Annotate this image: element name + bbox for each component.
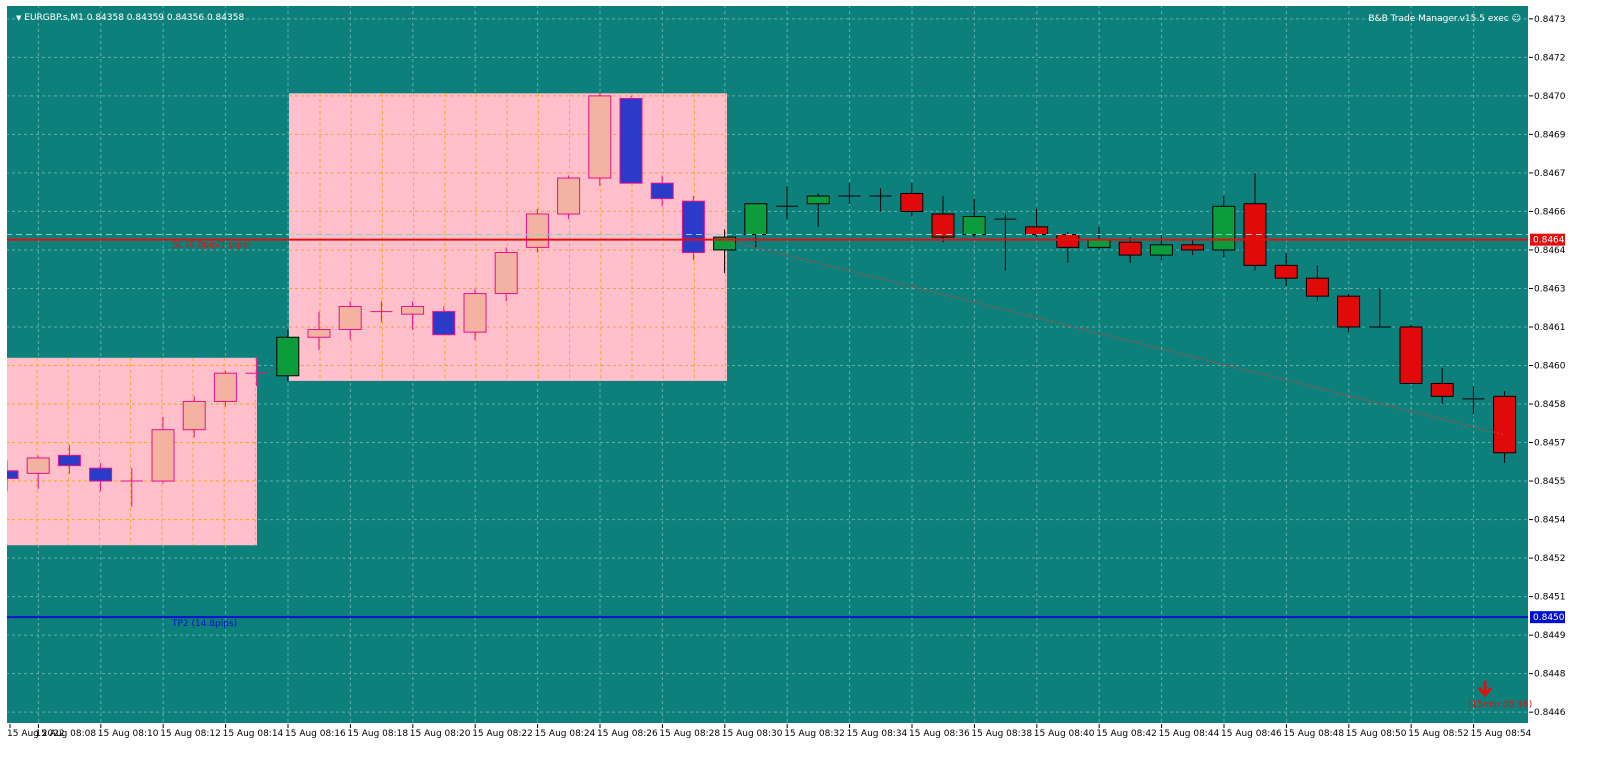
time-tick-label: 15 Aug 08:54 — [1471, 729, 1532, 739]
price-tick-label: 0.84645 — [1534, 246, 1565, 256]
candle-body — [1337, 295, 1361, 328]
time-tick-label: 15 Aug 08:40 — [1034, 729, 1095, 739]
price-tick-label: 0.84465 — [1534, 708, 1565, 718]
sl-price-tag-label: 0.84649 — [1533, 236, 1565, 246]
price-tick-label: 0.84600 — [1534, 362, 1565, 372]
candle-body — [432, 311, 456, 336]
time-tick-label: 15 Aug 08:16 — [285, 729, 346, 739]
time-tick-label: 15 Aug 08:20 — [410, 729, 471, 739]
candle-body — [463, 293, 487, 333]
candle-body — [1025, 226, 1049, 236]
candle-body — [619, 97, 643, 184]
candle-body — [1493, 395, 1517, 454]
time-tick-label: 15 Aug 08:32 — [784, 729, 845, 739]
candle-body — [1087, 239, 1111, 248]
price-tick-label: 0.84555 — [1534, 477, 1565, 487]
time-tick-label: 15 Aug 08:30 — [722, 729, 783, 739]
candle-body — [57, 454, 81, 467]
time-tick-label: 15 Aug 08:44 — [1159, 729, 1220, 739]
price-tick-label: 0.84585 — [1534, 400, 1565, 410]
candle-body — [182, 400, 206, 431]
candle-body — [151, 429, 175, 482]
pattern-zone — [289, 93, 727, 381]
candle-body — [525, 213, 549, 248]
price-chart[interactable]: SL (0.0pip/1 pips) TP2 (14.8pips) 0.84735 0… — [6, 5, 1565, 740]
time-tick-label: 15 Aug 08:08 — [35, 729, 96, 739]
candle-body — [1430, 382, 1454, 397]
tp-label: TP2 (14.8pips) — [171, 619, 237, 629]
time-tick-label: 15 Aug 08:48 — [1283, 729, 1344, 739]
indicator-header: B&B Trade Manager.v15.5 exec ☺ — [1368, 14, 1521, 24]
price-tick-label: 0.84480 — [1534, 670, 1565, 680]
price-tick-label: 0.84525 — [1534, 554, 1565, 564]
chart-area[interactable]: SL (0.0pip/1 pips) TP2 (14.8pips) 0.84735 0… — [6, 5, 1565, 740]
candle-body — [588, 95, 612, 179]
candle-body — [931, 213, 955, 238]
tp-price-tag-label: 0.84502 — [1533, 613, 1565, 623]
time-tick-label: 15 Aug 08:26 — [597, 729, 658, 739]
smiley-icon: ☺ — [1511, 14, 1521, 24]
time-tick-label: 15 Aug 08:18 — [347, 729, 408, 739]
time-tick-label: 15 Aug 08:34 — [847, 729, 908, 739]
time-tick-label: 15 Aug 08:14 — [223, 729, 284, 739]
time-tick-label: 15 Aug 08:10 — [98, 729, 159, 739]
candle-body — [1118, 241, 1142, 256]
candle-body — [401, 305, 425, 315]
candle-body — [1212, 205, 1236, 251]
price-axis-panel — [1529, 5, 1565, 740]
candle-body — [276, 336, 300, 377]
candle-body — [1305, 277, 1329, 297]
candle-body — [744, 203, 768, 236]
candle-body — [213, 372, 237, 402]
price-tick-label: 0.84510 — [1534, 593, 1565, 603]
indicator-name: B&B Trade Manager.v15.5 exec — [1368, 14, 1509, 24]
price-tick-label: 0.84690 — [1534, 130, 1565, 140]
price-tick-label: 0.84675 — [1534, 169, 1565, 179]
candle-body — [962, 216, 986, 236]
price-tick-label: 0.84615 — [1534, 323, 1565, 333]
time-tick-label: 15 Aug 08:50 — [1346, 729, 1407, 739]
signal-label: (15min 08:16) — [1468, 700, 1532, 710]
price-tick-label: 0.84570 — [1534, 439, 1565, 449]
candle-body — [307, 329, 331, 338]
candle-body — [6, 470, 19, 479]
candle-body — [900, 192, 924, 212]
candle-body — [806, 195, 830, 205]
candle-body — [494, 252, 518, 295]
chart-window: SL (0.0pip/1 pips) TP2 (14.8pips) 0.84735 0… — [0, 0, 1602, 763]
price-tick-label: 0.84540 — [1534, 516, 1565, 526]
symbol-info: EURGBP.s,M1 0.84358 0.84359 0.84356 0.84… — [24, 13, 245, 23]
triangle-down-icon[interactable]: ▼ — [16, 14, 21, 22]
time-tick-label: 15 Aug 08:36 — [909, 729, 970, 739]
time-tick-label: 15 Aug 08:46 — [1221, 729, 1282, 739]
price-tick-label: 0.84720 — [1534, 53, 1565, 63]
time-tick-label: 15 Aug 08:24 — [535, 729, 596, 739]
time-tick-label: 15 Aug 08:28 — [659, 729, 720, 739]
candle-body — [681, 200, 705, 254]
candle-body — [1274, 264, 1298, 279]
candle-body — [1056, 234, 1080, 248]
price-tick-label: 0.84735 — [1534, 15, 1565, 25]
candle-body — [89, 467, 113, 482]
candle-body — [557, 177, 581, 215]
candle-body — [1181, 244, 1205, 251]
symbol-header: ▼ EURGBP.s,M1 0.84358 0.84359 0.84356 0.… — [16, 13, 244, 23]
time-tick-label: 15 Aug 08:12 — [160, 729, 221, 739]
candle-body — [650, 182, 674, 200]
price-tick-label: 0.84705 — [1534, 92, 1565, 102]
price-tick-label: 0.84495 — [1534, 631, 1565, 641]
candle-body — [1149, 244, 1173, 256]
price-tick-label: 0.84630 — [1534, 284, 1565, 294]
price-tick-label: 0.84660 — [1534, 207, 1565, 217]
candle-body — [338, 305, 362, 331]
time-tick-label: 15 Aug 08:38 — [971, 729, 1032, 739]
sl-label: SL (0.0pip/1 pips) — [172, 241, 251, 251]
time-tick-label: 15 Aug 08:52 — [1408, 729, 1469, 739]
candle-body — [1399, 326, 1423, 384]
time-tick-label: 15 Aug 08:42 — [1096, 729, 1157, 739]
candle-body — [26, 457, 50, 474]
time-tick-label: 15 Aug 08:22 — [472, 729, 533, 739]
